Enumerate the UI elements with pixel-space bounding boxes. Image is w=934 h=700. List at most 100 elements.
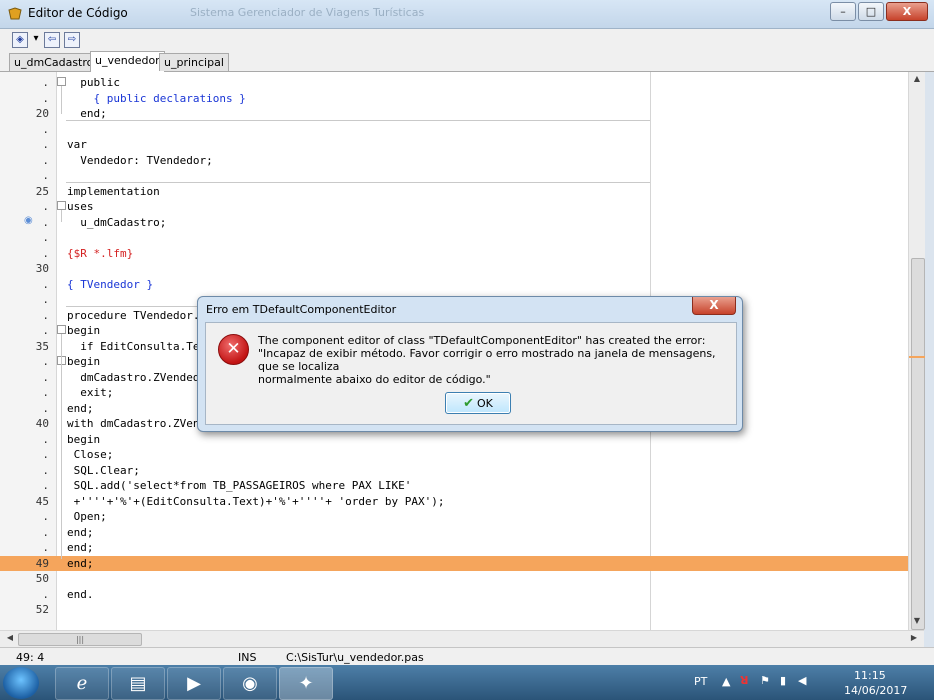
code-text: public [67,76,120,89]
internet-explorer-icon[interactable]: ℯ [55,667,109,700]
hint-marker-icon: ◉ [24,215,33,226]
forward-arrow-icon[interactable]: ⇨ [64,32,80,48]
code-line[interactable]: . end; [0,540,908,556]
line-number: . [42,355,49,368]
line-number: . [42,432,49,446]
scroll-down-icon[interactable]: ▼ [909,616,925,625]
flag-icon[interactable]: ⚑ [760,674,770,687]
clock-date[interactable]: 14/06/2017 [844,684,907,697]
file-explorer-icon[interactable]: ▤ [111,667,165,700]
back-arrow-icon[interactable]: ⇦ [44,32,60,48]
code-text: exit; [67,386,114,399]
fold-marker-icon[interactable] [57,325,66,334]
code-line[interactable]: . var [0,137,908,153]
code-line[interactable]: . SQL.Clear; [0,463,908,479]
code-text: {$R *.lfm} [67,246,134,260]
code-text: u_dmCadastro; [67,215,167,229]
ok-button[interactable]: ✔ OK [445,392,511,414]
code-text: Close; [67,448,114,461]
goto-icon[interactable]: ◈ [12,32,28,48]
horizontal-scroll-thumb[interactable]: ||| [18,633,142,646]
section-separator [66,120,650,121]
line-number: 30 [35,262,49,275]
code-line[interactable]: . [0,230,908,246]
line-number: 35 [35,339,49,353]
lazarus-taskbar-icon[interactable]: ✦ [279,667,333,700]
line-number: 50 [35,572,49,585]
code-line[interactable]: 30 [0,261,908,277]
line-number: . [42,448,49,461]
tab-u-principal[interactable]: u_principal [159,53,229,71]
tray-expand-icon[interactable]: ▲ [722,675,730,688]
code-line[interactable]: . begin [0,432,908,448]
scroll-up-icon[interactable]: ▲ [909,74,925,83]
network-icon[interactable]: ▮ [780,674,786,687]
checkmark-icon: ✔ [463,395,475,411]
media-player-icon[interactable]: ▶ [167,667,221,700]
code-line[interactable]: . Close; [0,447,908,463]
line-number: 40 [35,417,49,430]
code-text: SQL.add('select*from TB_PASSAGEIROS wher… [67,479,412,492]
code-text: { TVendedor } [67,277,154,291]
code-line[interactable]: 25 implementation [0,184,908,200]
line-number: 49 [35,556,49,570]
code-line[interactable]: . end. [0,587,908,603]
line-number: . [42,76,49,89]
code-text: end; [67,556,94,570]
code-text: implementation [67,184,160,198]
tab-u-dmcadastro[interactable]: u_dmCadastro [9,53,99,71]
vertical-scrollbar[interactable]: ▲ ▼ [908,72,925,630]
code-line[interactable]: . { public declarations } [0,91,908,107]
code-text: +''''+'%'+(EditConsulta.Text)+'%'+''''+ … [67,494,445,508]
code-line[interactable]: 50 [0,571,908,587]
fold-marker-icon[interactable] [57,77,66,86]
file-tabs: u_dmCadastro u_vendedor u_principal [0,51,934,72]
dropdown-arrow-icon[interactable]: ▾ [29,32,43,46]
code-line[interactable]: . [0,122,908,138]
clock-time[interactable]: 11:15 [854,669,886,682]
code-line[interactable]: . Open; [0,509,908,525]
code-line[interactable]: . SQL.add('select*from TB_PASSAGEIROS wh… [0,478,908,494]
horizontal-scrollbar[interactable]: ◀ ||| ▶ [0,630,924,647]
fold-marker-icon[interactable] [57,201,66,210]
code-text: end; [67,401,94,415]
code-line[interactable]: . uses [0,199,908,215]
error-message-line: "Incapaz de exibir método. Favor corrigi… [258,347,716,373]
line-number: . [42,308,49,322]
error-message-line: normalmente abaixo do editor de código." [258,373,491,386]
scroll-right-icon[interactable]: ▶ [906,633,922,642]
chrome-icon[interactable]: ◉ [223,667,277,700]
code-line[interactable]: . u_dmCadastro; [0,215,908,231]
code-text: begin [67,355,101,368]
line-number: . [42,541,49,554]
dialog-close-button[interactable]: X [692,297,736,315]
code-line[interactable]: . Vendedor: TVendedor; [0,153,908,169]
code-line[interactable]: . public [0,75,908,91]
tab-u-vendedor[interactable]: u_vendedor [90,51,165,72]
code-line[interactable]: 52 [0,602,908,618]
code-text: SQL.Clear; [67,463,140,477]
minimize-button[interactable]: – [830,2,856,21]
error-icon: ✕ [218,334,249,365]
line-number: . [42,386,49,399]
volume-icon[interactable]: ◀ [798,674,806,687]
background-window-title: Sistema Gerenciador de Viagens Turística… [190,6,425,19]
start-button[interactable] [3,667,39,699]
line-number: . [42,246,49,260]
code-line[interactable]: . {$R *.lfm} [0,246,908,262]
maximize-button[interactable]: □ [858,2,884,21]
section-separator [66,182,650,183]
antivirus-icon[interactable]: ꓤ [740,674,748,687]
code-line[interactable]: 45 +''''+'%'+(EditConsulta.Text)+'%'+'''… [0,494,908,510]
code-line[interactable]: . { TVendedor } [0,277,908,293]
code-line[interactable]: 49 end; [0,555,908,571]
scroll-left-icon[interactable]: ◀ [2,633,18,642]
line-number: . [42,401,49,415]
line-number: . [42,91,49,105]
language-indicator[interactable]: PT [694,675,707,688]
close-button[interactable]: X [886,2,928,21]
code-line[interactable]: . end; [0,525,908,541]
vertical-scroll-thumb[interactable] [911,258,925,630]
windows-taskbar: ℯ ▤ ▶ ◉ ✦ PT ▲ ꓤ ⚑ ▮ ◀ 11:15 14/06/2017 [0,665,934,700]
line-number: 52 [35,603,49,616]
